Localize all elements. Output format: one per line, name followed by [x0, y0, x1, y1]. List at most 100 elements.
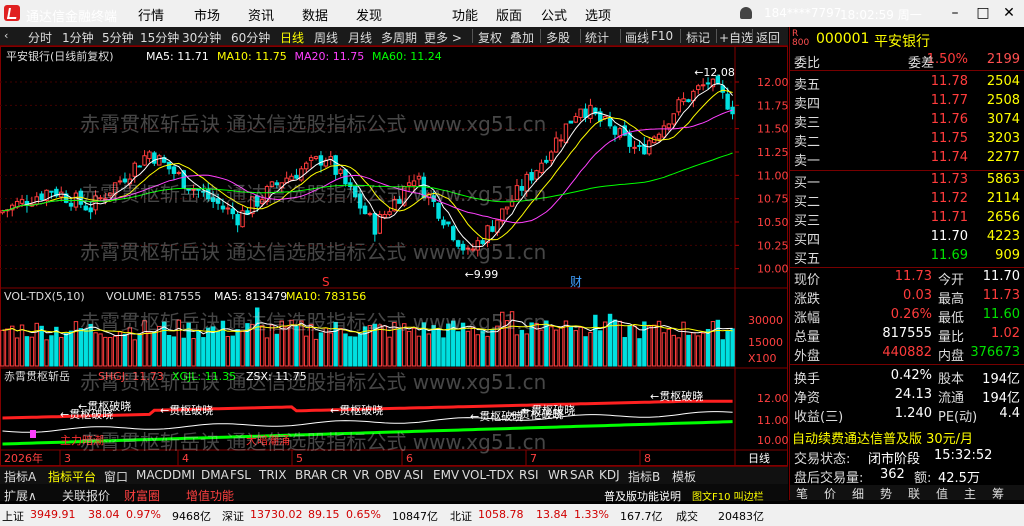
ind-tag-red: 主力暗潮: [60, 433, 104, 447]
menu-1[interactable]: 市场: [194, 5, 220, 24]
row2-item-0[interactable]: 关联报价: [62, 487, 110, 504]
indicator-tab-12[interactable]: ASI: [404, 468, 423, 482]
stock-code: 000001: [816, 31, 870, 47]
period-tab-1[interactable]: 1分钟: [62, 29, 94, 46]
f10-link[interactable]: 图文F10 叫边栏: [692, 488, 764, 503]
date-tick: 6: [406, 452, 413, 465]
bid-row-2[interactable]: 买三 11.71 2656: [790, 210, 1024, 229]
tool-1[interactable]: 叠加: [510, 29, 534, 46]
quote-tab-1[interactable]: 价: [824, 485, 836, 502]
ask-row-3[interactable]: 卖二 11.75 3203: [790, 131, 1024, 150]
volume-bar: [460, 322, 466, 367]
period-tab-3[interactable]: 15分钟: [140, 29, 179, 46]
period-tab-5[interactable]: 60分钟: [231, 29, 270, 46]
period-tab-2[interactable]: 5分钟: [102, 29, 134, 46]
tool-7[interactable]: +自选: [719, 29, 753, 46]
indicator-tab-10[interactable]: VR: [353, 468, 370, 482]
menu-7[interactable]: 公式: [541, 5, 567, 24]
menu-2[interactable]: 资讯: [248, 5, 274, 24]
sh-change: 38.04: [88, 508, 120, 521]
indicator-tab-4[interactable]: DMI: [172, 468, 195, 482]
tool-2[interactable]: 多股: [546, 29, 570, 46]
help-link[interactable]: 普及版功能说明: [604, 488, 681, 504]
candle: [230, 202, 235, 220]
candle: [451, 224, 456, 242]
chart-area[interactable]: 12.00 11.75 11.50 11.25 11.00 10.75 10.50 10.25…: [0, 46, 789, 466]
tool-8[interactable]: 返回: [756, 29, 780, 46]
indicator-tab-8[interactable]: BRAR: [295, 468, 328, 482]
menu-5[interactable]: 功能: [452, 5, 478, 24]
quote-tab-5[interactable]: 值: [936, 485, 948, 502]
period-tab-8[interactable]: 月线: [348, 29, 372, 46]
candle: [406, 175, 412, 193]
quote-tab-2[interactable]: 细: [852, 485, 864, 502]
ask-row-2[interactable]: 卖三 11.76 3074: [790, 112, 1024, 131]
menu-4[interactable]: 发现: [356, 5, 382, 24]
period-tab-0[interactable]: 分时: [28, 29, 52, 46]
indicator-tab-5[interactable]: DMA: [201, 468, 229, 482]
maximize-button[interactable]: □: [970, 2, 996, 24]
menu-3[interactable]: 数据: [302, 5, 328, 24]
tool-5[interactable]: F10: [651, 29, 673, 43]
bid-row-3[interactable]: 买四 11.70 4223: [790, 229, 1024, 248]
indicator-tab-15[interactable]: RSI: [519, 468, 539, 482]
indicator-tab-14[interactable]: VOL-TDX: [462, 468, 514, 482]
indicator-tab-11[interactable]: OBV: [375, 468, 401, 482]
volume-bar: [426, 333, 431, 367]
ask-row-0[interactable]: 卖五 11.78 2504: [790, 74, 1024, 93]
stat-label-2: 今开: [938, 273, 965, 288]
menu-8[interactable]: 选项: [585, 5, 611, 24]
period-tab-4[interactable]: 30分钟: [182, 29, 221, 46]
indicator-tab-13[interactable]: EMV: [433, 468, 459, 482]
quote-tab-4[interactable]: 联: [908, 485, 920, 502]
chevron-left-icon[interactable]: ‹: [4, 29, 8, 42]
quote-tab-6[interactable]: 主: [964, 485, 976, 502]
user-icon[interactable]: [740, 7, 752, 19]
minimize-button[interactable]: –: [942, 2, 968, 24]
quote-tab-0[interactable]: 笔: [796, 485, 808, 502]
account-id[interactable]: 184****7797: [764, 6, 841, 20]
volume-bar: [0, 329, 5, 367]
indicator-tab-2[interactable]: 窗口: [104, 468, 128, 485]
indicator-tab-19[interactable]: 指标B: [628, 468, 660, 485]
kline-chart[interactable]: 12.00 11.75 11.50 11.25 11.00 10.75 10.50 10.25…: [0, 46, 789, 466]
indicator-tab-7[interactable]: TRIX: [259, 468, 286, 482]
volume-bar: [563, 320, 569, 367]
candle: [607, 111, 613, 129]
ask-row-4[interactable]: 卖一 11.74 2277: [790, 150, 1024, 169]
tool-6[interactable]: 标记: [686, 29, 710, 46]
indicator-tab-3[interactable]: MACD: [136, 468, 172, 482]
ask-row-1[interactable]: 卖四 11.77 2508: [790, 93, 1024, 112]
indicator-tab-16[interactable]: WR: [548, 468, 568, 482]
bid-row-1[interactable]: 买二 11.72 2114: [790, 191, 1024, 210]
period-tab-7[interactable]: 周线: [314, 29, 338, 46]
stat-row-7: 收益(三) 1.240 PE(动) 4.4: [790, 406, 1024, 425]
tool-0[interactable]: 复权: [478, 29, 502, 46]
bid-row-0[interactable]: 买一 11.73 5863: [790, 172, 1024, 191]
volume-bar: [181, 337, 186, 367]
period-tab-9[interactable]: 多周期: [381, 29, 417, 46]
ad-text[interactable]: 自动续费通达信普及版 30元/月: [792, 428, 973, 447]
menu-6[interactable]: 版面: [496, 5, 522, 24]
quote-tab-7[interactable]: 筹: [992, 485, 1004, 502]
bid-row-4[interactable]: 买五 11.69 909: [790, 248, 1024, 267]
row2-item-2[interactable]: 增值功能: [186, 487, 234, 504]
indicator-tab-17[interactable]: SAR: [570, 468, 594, 482]
indicator-tab-1[interactable]: 指标平台: [48, 468, 96, 485]
menu-0[interactable]: 行情: [138, 5, 164, 24]
sz-label: 深证: [222, 510, 244, 523]
quote-tab-3[interactable]: 势: [880, 485, 892, 502]
indicator-tab-20[interactable]: 模板: [672, 468, 696, 485]
period-tab-6[interactable]: 日线: [280, 29, 304, 46]
expand-toggle[interactable]: 扩展∧: [4, 487, 37, 504]
period-tab-10[interactable]: 更多 >: [424, 29, 462, 46]
ask-row-0-volume: 2504: [986, 74, 1020, 89]
ad-banner[interactable]: 自动续费通达信普及版 30元/月: [790, 428, 1024, 448]
indicator-tab-18[interactable]: KDJ: [599, 468, 620, 482]
tool-3[interactable]: 统计: [585, 29, 609, 46]
indicator-tab-0[interactable]: 指标A: [4, 468, 36, 485]
close-button[interactable]: ✕: [996, 2, 1022, 24]
indicator-tab-6[interactable]: FSL: [230, 468, 251, 482]
row2-item-1[interactable]: 财富圈: [124, 487, 160, 504]
indicator-tab-9[interactable]: CR: [331, 468, 348, 482]
